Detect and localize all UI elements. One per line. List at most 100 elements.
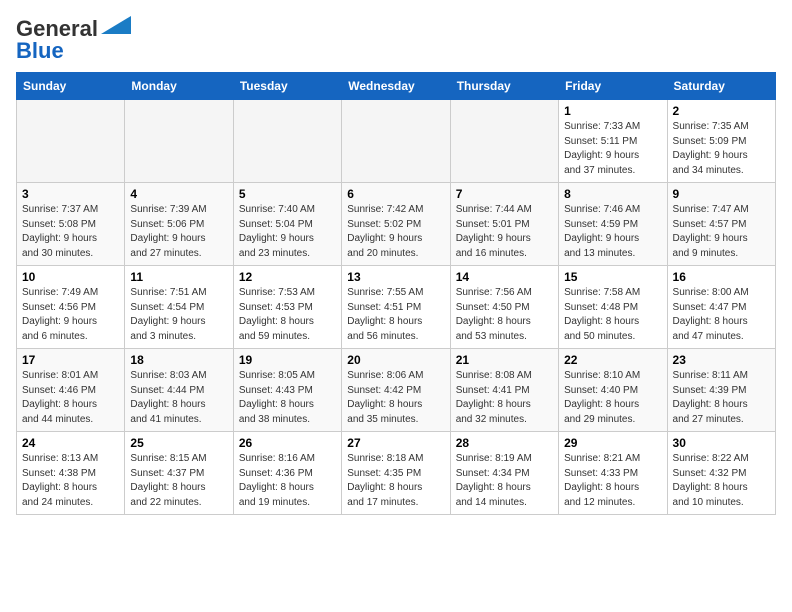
day-cell: 8 Sunrise: 7:46 AM Sunset: 4:59 PM Daylig… (559, 183, 667, 266)
logo: General Blue (16, 16, 131, 64)
day-number: 20 (347, 353, 444, 367)
day-number: 17 (22, 353, 119, 367)
day-info: Sunrise: 8:03 AM Sunset: 4:44 PM Dayligh… (130, 369, 227, 427)
day-number: 8 (564, 187, 661, 201)
day-number: 4 (130, 187, 227, 201)
day-cell: 18 Sunrise: 8:03 AM Sunset: 4:44 PM Dayli… (125, 349, 233, 432)
day-cell: 9Sunrise: 7:47 AM Sunset: 4:57 PM Daylig… (667, 183, 775, 266)
day-cell: 15 Sunrise: 7:58 AM Sunset: 4:48 PM Dayli… (559, 266, 667, 349)
day-number: 19 (239, 353, 336, 367)
day-info: Sunrise: 7:40 AM Sunset: 5:04 PM Dayligh… (239, 203, 336, 261)
calendar: SundayMondayTuesdayWednesdayThursdayFrid… (16, 72, 776, 515)
day-cell: 28Sunrise: 8:19 AM Sunset: 4:34 PM Dayli… (450, 432, 558, 515)
day-info: Sunrise: 7:55 AM Sunset: 4:51 PM Dayligh… (347, 286, 444, 344)
day-info: Sunrise: 8:18 AM Sunset: 4:35 PM Dayligh… (347, 452, 444, 510)
day-number: 2 (673, 104, 770, 118)
day-number: 29 (564, 436, 661, 450)
day-number: 25 (130, 436, 227, 450)
day-cell (17, 100, 125, 183)
day-cell (342, 100, 450, 183)
week-row-2: 10 Sunrise: 7:49 AM Sunset: 4:56 PM Dayli… (17, 266, 776, 349)
day-number: 26 (239, 436, 336, 450)
day-cell: 27 Sunrise: 8:18 AM Sunset: 4:35 PM Dayli… (342, 432, 450, 515)
day-number: 12 (239, 270, 336, 284)
day-cell: 2 Sunrise: 7:35 AM Sunset: 5:09 PM Daylig… (667, 100, 775, 183)
day-info: Sunrise: 7:44 AM Sunset: 5:01 PM Dayligh… (456, 203, 553, 261)
day-info: Sunrise: 7:39 AM Sunset: 5:06 PM Dayligh… (130, 203, 227, 261)
day-info: Sunrise: 8:19 AM Sunset: 4:34 PM Dayligh… (456, 452, 553, 510)
day-cell: 5 Sunrise: 7:40 AM Sunset: 5:04 PM Daylig… (233, 183, 341, 266)
day-info: Sunrise: 8:13 AM Sunset: 4:38 PM Dayligh… (22, 452, 119, 510)
day-info: Sunrise: 7:46 AM Sunset: 4:59 PM Dayligh… (564, 203, 661, 261)
day-number: 6 (347, 187, 444, 201)
calendar-header-row: SundayMondayTuesdayWednesdayThursdayFrid… (17, 73, 776, 100)
day-cell: 20Sunrise: 8:06 AM Sunset: 4:42 PM Dayli… (342, 349, 450, 432)
header-sunday: Sunday (17, 73, 125, 100)
day-cell: 23Sunrise: 8:11 AM Sunset: 4:39 PM Dayli… (667, 349, 775, 432)
day-cell: 6 Sunrise: 7:42 AM Sunset: 5:02 PM Daylig… (342, 183, 450, 266)
day-number: 24 (22, 436, 119, 450)
day-number: 30 (673, 436, 770, 450)
day-number: 21 (456, 353, 553, 367)
day-cell: 14 Sunrise: 7:56 AM Sunset: 4:50 PM Dayli… (450, 266, 558, 349)
header-thursday: Thursday (450, 73, 558, 100)
day-number: 15 (564, 270, 661, 284)
header-monday: Monday (125, 73, 233, 100)
week-row-4: 24 Sunrise: 8:13 AM Sunset: 4:38 PM Dayli… (17, 432, 776, 515)
day-info: Sunrise: 8:22 AM Sunset: 4:32 PM Dayligh… (673, 452, 770, 510)
page-header: General Blue (16, 16, 776, 64)
day-cell: 4 Sunrise: 7:39 AM Sunset: 5:06 PM Daylig… (125, 183, 233, 266)
logo-icon (101, 16, 131, 34)
day-info: Sunrise: 7:49 AM Sunset: 4:56 PM Dayligh… (22, 286, 119, 344)
day-cell: 1 Sunrise: 7:33 AM Sunset: 5:11 PM Daylig… (559, 100, 667, 183)
day-cell: 26 Sunrise: 8:16 AM Sunset: 4:36 PM Dayli… (233, 432, 341, 515)
day-number: 3 (22, 187, 119, 201)
header-friday: Friday (559, 73, 667, 100)
header-wednesday: Wednesday (342, 73, 450, 100)
day-cell: 13 Sunrise: 7:55 AM Sunset: 4:51 PM Dayli… (342, 266, 450, 349)
day-cell: 29Sunrise: 8:21 AM Sunset: 4:33 PM Dayli… (559, 432, 667, 515)
week-row-3: 17 Sunrise: 8:01 AM Sunset: 4:46 PM Dayli… (17, 349, 776, 432)
day-cell: 11 Sunrise: 7:51 AM Sunset: 4:54 PM Dayli… (125, 266, 233, 349)
header-saturday: Saturday (667, 73, 775, 100)
day-info: Sunrise: 8:16 AM Sunset: 4:36 PM Dayligh… (239, 452, 336, 510)
day-info: Sunrise: 8:01 AM Sunset: 4:46 PM Dayligh… (22, 369, 119, 427)
day-number: 11 (130, 270, 227, 284)
day-cell: 10 Sunrise: 7:49 AM Sunset: 4:56 PM Dayli… (17, 266, 125, 349)
week-row-1: 3 Sunrise: 7:37 AM Sunset: 5:08 PM Daylig… (17, 183, 776, 266)
day-info: Sunrise: 7:56 AM Sunset: 4:50 PM Dayligh… (456, 286, 553, 344)
day-number: 27 (347, 436, 444, 450)
day-cell: 16 Sunrise: 8:00 AM Sunset: 4:47 PM Dayli… (667, 266, 775, 349)
day-info: Sunrise: 7:53 AM Sunset: 4:53 PM Dayligh… (239, 286, 336, 344)
day-info: Sunrise: 7:51 AM Sunset: 4:54 PM Dayligh… (130, 286, 227, 344)
day-info: Sunrise: 7:33 AM Sunset: 5:11 PM Dayligh… (564, 120, 661, 178)
day-cell: 12 Sunrise: 7:53 AM Sunset: 4:53 PM Dayli… (233, 266, 341, 349)
day-number: 1 (564, 104, 661, 118)
day-cell: 30 Sunrise: 8:22 AM Sunset: 4:32 PM Dayli… (667, 432, 775, 515)
day-info: Sunrise: 8:00 AM Sunset: 4:47 PM Dayligh… (673, 286, 770, 344)
header-tuesday: Tuesday (233, 73, 341, 100)
day-info: Sunrise: 7:42 AM Sunset: 5:02 PM Dayligh… (347, 203, 444, 261)
day-info: Sunrise: 8:11 AM Sunset: 4:39 PM Dayligh… (673, 369, 770, 427)
day-number: 10 (22, 270, 119, 284)
day-number: 7 (456, 187, 553, 201)
day-number: 5 (239, 187, 336, 201)
week-row-0: 1 Sunrise: 7:33 AM Sunset: 5:11 PM Daylig… (17, 100, 776, 183)
day-info: Sunrise: 8:08 AM Sunset: 4:41 PM Dayligh… (456, 369, 553, 427)
day-number: 13 (347, 270, 444, 284)
day-info: Sunrise: 8:05 AM Sunset: 4:43 PM Dayligh… (239, 369, 336, 427)
day-number: 14 (456, 270, 553, 284)
day-number: 18 (130, 353, 227, 367)
day-number: 22 (564, 353, 661, 367)
day-cell: 24 Sunrise: 8:13 AM Sunset: 4:38 PM Dayli… (17, 432, 125, 515)
day-info: Sunrise: 7:35 AM Sunset: 5:09 PM Dayligh… (673, 120, 770, 178)
day-cell: 17 Sunrise: 8:01 AM Sunset: 4:46 PM Dayli… (17, 349, 125, 432)
day-cell: 25Sunrise: 8:15 AM Sunset: 4:37 PM Dayli… (125, 432, 233, 515)
day-info: Sunrise: 7:58 AM Sunset: 4:48 PM Dayligh… (564, 286, 661, 344)
day-cell: 3 Sunrise: 7:37 AM Sunset: 5:08 PM Daylig… (17, 183, 125, 266)
day-cell (450, 100, 558, 183)
day-cell: 22Sunrise: 8:10 AM Sunset: 4:40 PM Dayli… (559, 349, 667, 432)
day-cell: 7 Sunrise: 7:44 AM Sunset: 5:01 PM Daylig… (450, 183, 558, 266)
day-number: 16 (673, 270, 770, 284)
day-info: Sunrise: 7:37 AM Sunset: 5:08 PM Dayligh… (22, 203, 119, 261)
